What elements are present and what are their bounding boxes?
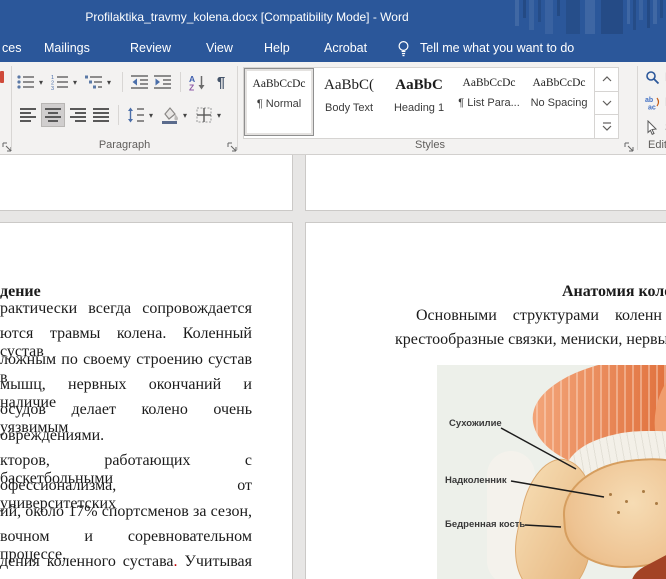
style-body-text[interactable]: AaBbC( Body Text bbox=[314, 68, 384, 136]
doc-line: ложным по своему строению сустав в bbox=[0, 351, 252, 373]
document-canvas: дение рактически всегда сопровождается ю… bbox=[0, 155, 666, 579]
select-icon bbox=[645, 120, 660, 135]
titlebar-decoration bbox=[511, 0, 666, 34]
line-spacing-icon[interactable] bbox=[126, 105, 146, 125]
ribbon-tab-bar: ces Mailings Review View Help Acrobat Te… bbox=[0, 34, 666, 62]
doc-line: ий, около 17% спортсменов за сезон, bbox=[0, 503, 252, 525]
font-color-icon-partial[interactable] bbox=[0, 71, 4, 83]
find-button[interactable]: Find bbox=[645, 70, 666, 85]
style-preview: AaBbC bbox=[384, 77, 454, 94]
separator bbox=[180, 72, 181, 92]
shading-dropdown-icon[interactable]: ▾ bbox=[183, 111, 191, 120]
line-spacing-dropdown-icon[interactable]: ▾ bbox=[149, 111, 157, 120]
align-right-icon[interactable] bbox=[68, 105, 88, 125]
doc-heading-anatomy: Анатомия коле bbox=[562, 283, 666, 301]
paragraph-group-row2: ▾ ▾ ▾ bbox=[18, 103, 225, 127]
find-icon bbox=[645, 70, 660, 85]
replace-icon: ab ac bbox=[645, 95, 660, 110]
align-left-icon[interactable] bbox=[18, 105, 38, 125]
style-no-spacing[interactable]: AaBbCcDc No Spacing bbox=[524, 68, 594, 136]
style-list-paragraph[interactable]: AaBbCcDc ¶ List Para... bbox=[454, 68, 524, 136]
style-heading-1[interactable]: AaBbC Heading 1 bbox=[384, 68, 454, 136]
figure-label-tendon: Сухожилие bbox=[449, 418, 502, 429]
titlebar: Profilaktika_travmy_kolena.docx [Compati… bbox=[0, 0, 666, 34]
increase-indent-icon[interactable] bbox=[153, 72, 173, 92]
borders-dropdown-icon[interactable]: ▾ bbox=[217, 111, 225, 120]
doc-line: крестообразные связки, мениски, нервы, к… bbox=[395, 331, 666, 349]
tab-acrobat[interactable]: Acrobat bbox=[324, 34, 367, 62]
align-center-icon[interactable] bbox=[41, 103, 65, 127]
numbering-icon[interactable]: 123 bbox=[50, 72, 70, 92]
ribbon: ▾ 123 ▾ ▾ A bbox=[0, 62, 666, 155]
show-paragraph-marks-icon[interactable]: ¶ bbox=[211, 72, 231, 92]
decrease-indent-icon[interactable] bbox=[130, 72, 150, 92]
bullets-dropdown-icon[interactable]: ▾ bbox=[39, 78, 47, 87]
figure-label-kneecap: Надколенник bbox=[445, 475, 507, 486]
styles-scroll-up-icon[interactable] bbox=[595, 68, 618, 92]
figure-label-femur: Бедренная кость bbox=[445, 519, 525, 530]
separator bbox=[122, 72, 123, 92]
style-preview: AaBbCcDc bbox=[245, 78, 313, 90]
tab-mailings[interactable]: Mailings bbox=[44, 34, 90, 62]
style-label: ¶ Normal bbox=[245, 98, 313, 110]
doc-line-with-red-period: дения коленного сустава. Учитывая bbox=[0, 553, 252, 575]
red-period: . bbox=[174, 553, 178, 570]
page-top-right[interactable] bbox=[305, 155, 666, 211]
svg-text:3: 3 bbox=[51, 86, 54, 90]
svg-text:ab: ab bbox=[645, 97, 653, 104]
svg-text:Z: Z bbox=[189, 82, 194, 91]
bullets-icon[interactable] bbox=[16, 72, 36, 92]
editing-group-label: Editing bbox=[648, 139, 666, 151]
doc-line: кторов, работающих с баскетбольными bbox=[0, 452, 252, 474]
separator bbox=[118, 105, 119, 125]
knee-anatomy-figure[interactable]: Сухожилие Надколенник Бедренная кость bbox=[437, 365, 666, 579]
styles-gallery: AaBbCcDc ¶ Normal AaBbC( Body Text AaBbC… bbox=[243, 67, 619, 139]
group-separator bbox=[237, 66, 238, 150]
doc-line: овреждениями. bbox=[0, 427, 252, 449]
style-label: ¶ List Para... bbox=[454, 97, 524, 109]
styles-more-icon[interactable] bbox=[595, 115, 618, 138]
group-separator bbox=[637, 66, 638, 150]
styles-gallery-scroll bbox=[594, 68, 618, 138]
group-separator bbox=[11, 66, 12, 150]
styles-scroll-down-icon[interactable] bbox=[595, 92, 618, 116]
tell-me-box[interactable]: Tell me what you want to do bbox=[420, 34, 574, 62]
style-normal[interactable]: AaBbCcDc ¶ Normal bbox=[244, 68, 314, 136]
replace-button[interactable]: ab ac Replace bbox=[645, 95, 666, 110]
numbering-dropdown-icon[interactable]: ▾ bbox=[73, 78, 81, 87]
sort-icon[interactable]: A Z bbox=[188, 72, 208, 92]
paragraph-group-label: Paragraph bbox=[12, 139, 237, 151]
tab-help[interactable]: Help bbox=[264, 34, 290, 62]
borders-icon[interactable] bbox=[194, 105, 214, 125]
style-preview: AaBbCcDc bbox=[524, 77, 594, 89]
doc-line: рактически всегда сопровождается bbox=[0, 300, 252, 322]
style-label: No Spacing bbox=[524, 97, 594, 109]
multilevel-list-icon[interactable] bbox=[84, 72, 104, 92]
multilevel-dropdown-icon[interactable]: ▾ bbox=[107, 78, 115, 87]
doc-line: Основными структурами коленн bbox=[416, 307, 662, 325]
doc-line: офессионализма, от университетских bbox=[0, 477, 252, 499]
justify-icon[interactable] bbox=[91, 105, 111, 125]
tab-review[interactable]: Review bbox=[130, 34, 171, 62]
doc-line: вочном и соревновательном процессе, bbox=[0, 528, 252, 550]
doc-line: ются травмы колена. Коленный сустав bbox=[0, 325, 252, 347]
styles-dialog-launcher-icon[interactable] bbox=[624, 140, 635, 151]
shading-icon[interactable] bbox=[160, 105, 180, 125]
style-label: Heading 1 bbox=[384, 102, 454, 114]
tab-view[interactable]: View bbox=[206, 34, 233, 62]
page-top-left[interactable] bbox=[0, 155, 293, 211]
figure-leader-lines bbox=[437, 365, 666, 579]
styles-group-label: Styles bbox=[243, 139, 617, 151]
style-label: Body Text bbox=[314, 102, 384, 114]
svg-text:ac: ac bbox=[648, 105, 656, 111]
doc-line: осудов делает колено очень уязвимым bbox=[0, 401, 252, 423]
lightbulb-icon bbox=[396, 40, 411, 62]
style-preview: AaBbC( bbox=[314, 77, 384, 94]
doc-line: мышц, нервных окончаний и наличие bbox=[0, 376, 252, 398]
style-preview: AaBbCcDc bbox=[454, 77, 524, 89]
tab-references-partial[interactable]: ces bbox=[2, 34, 21, 62]
paragraph-group-row1: ▾ 123 ▾ ▾ A bbox=[16, 71, 231, 93]
select-button[interactable]: Select bbox=[645, 120, 666, 135]
window-title: Profilaktika_travmy_kolena.docx [Compati… bbox=[0, 0, 494, 34]
